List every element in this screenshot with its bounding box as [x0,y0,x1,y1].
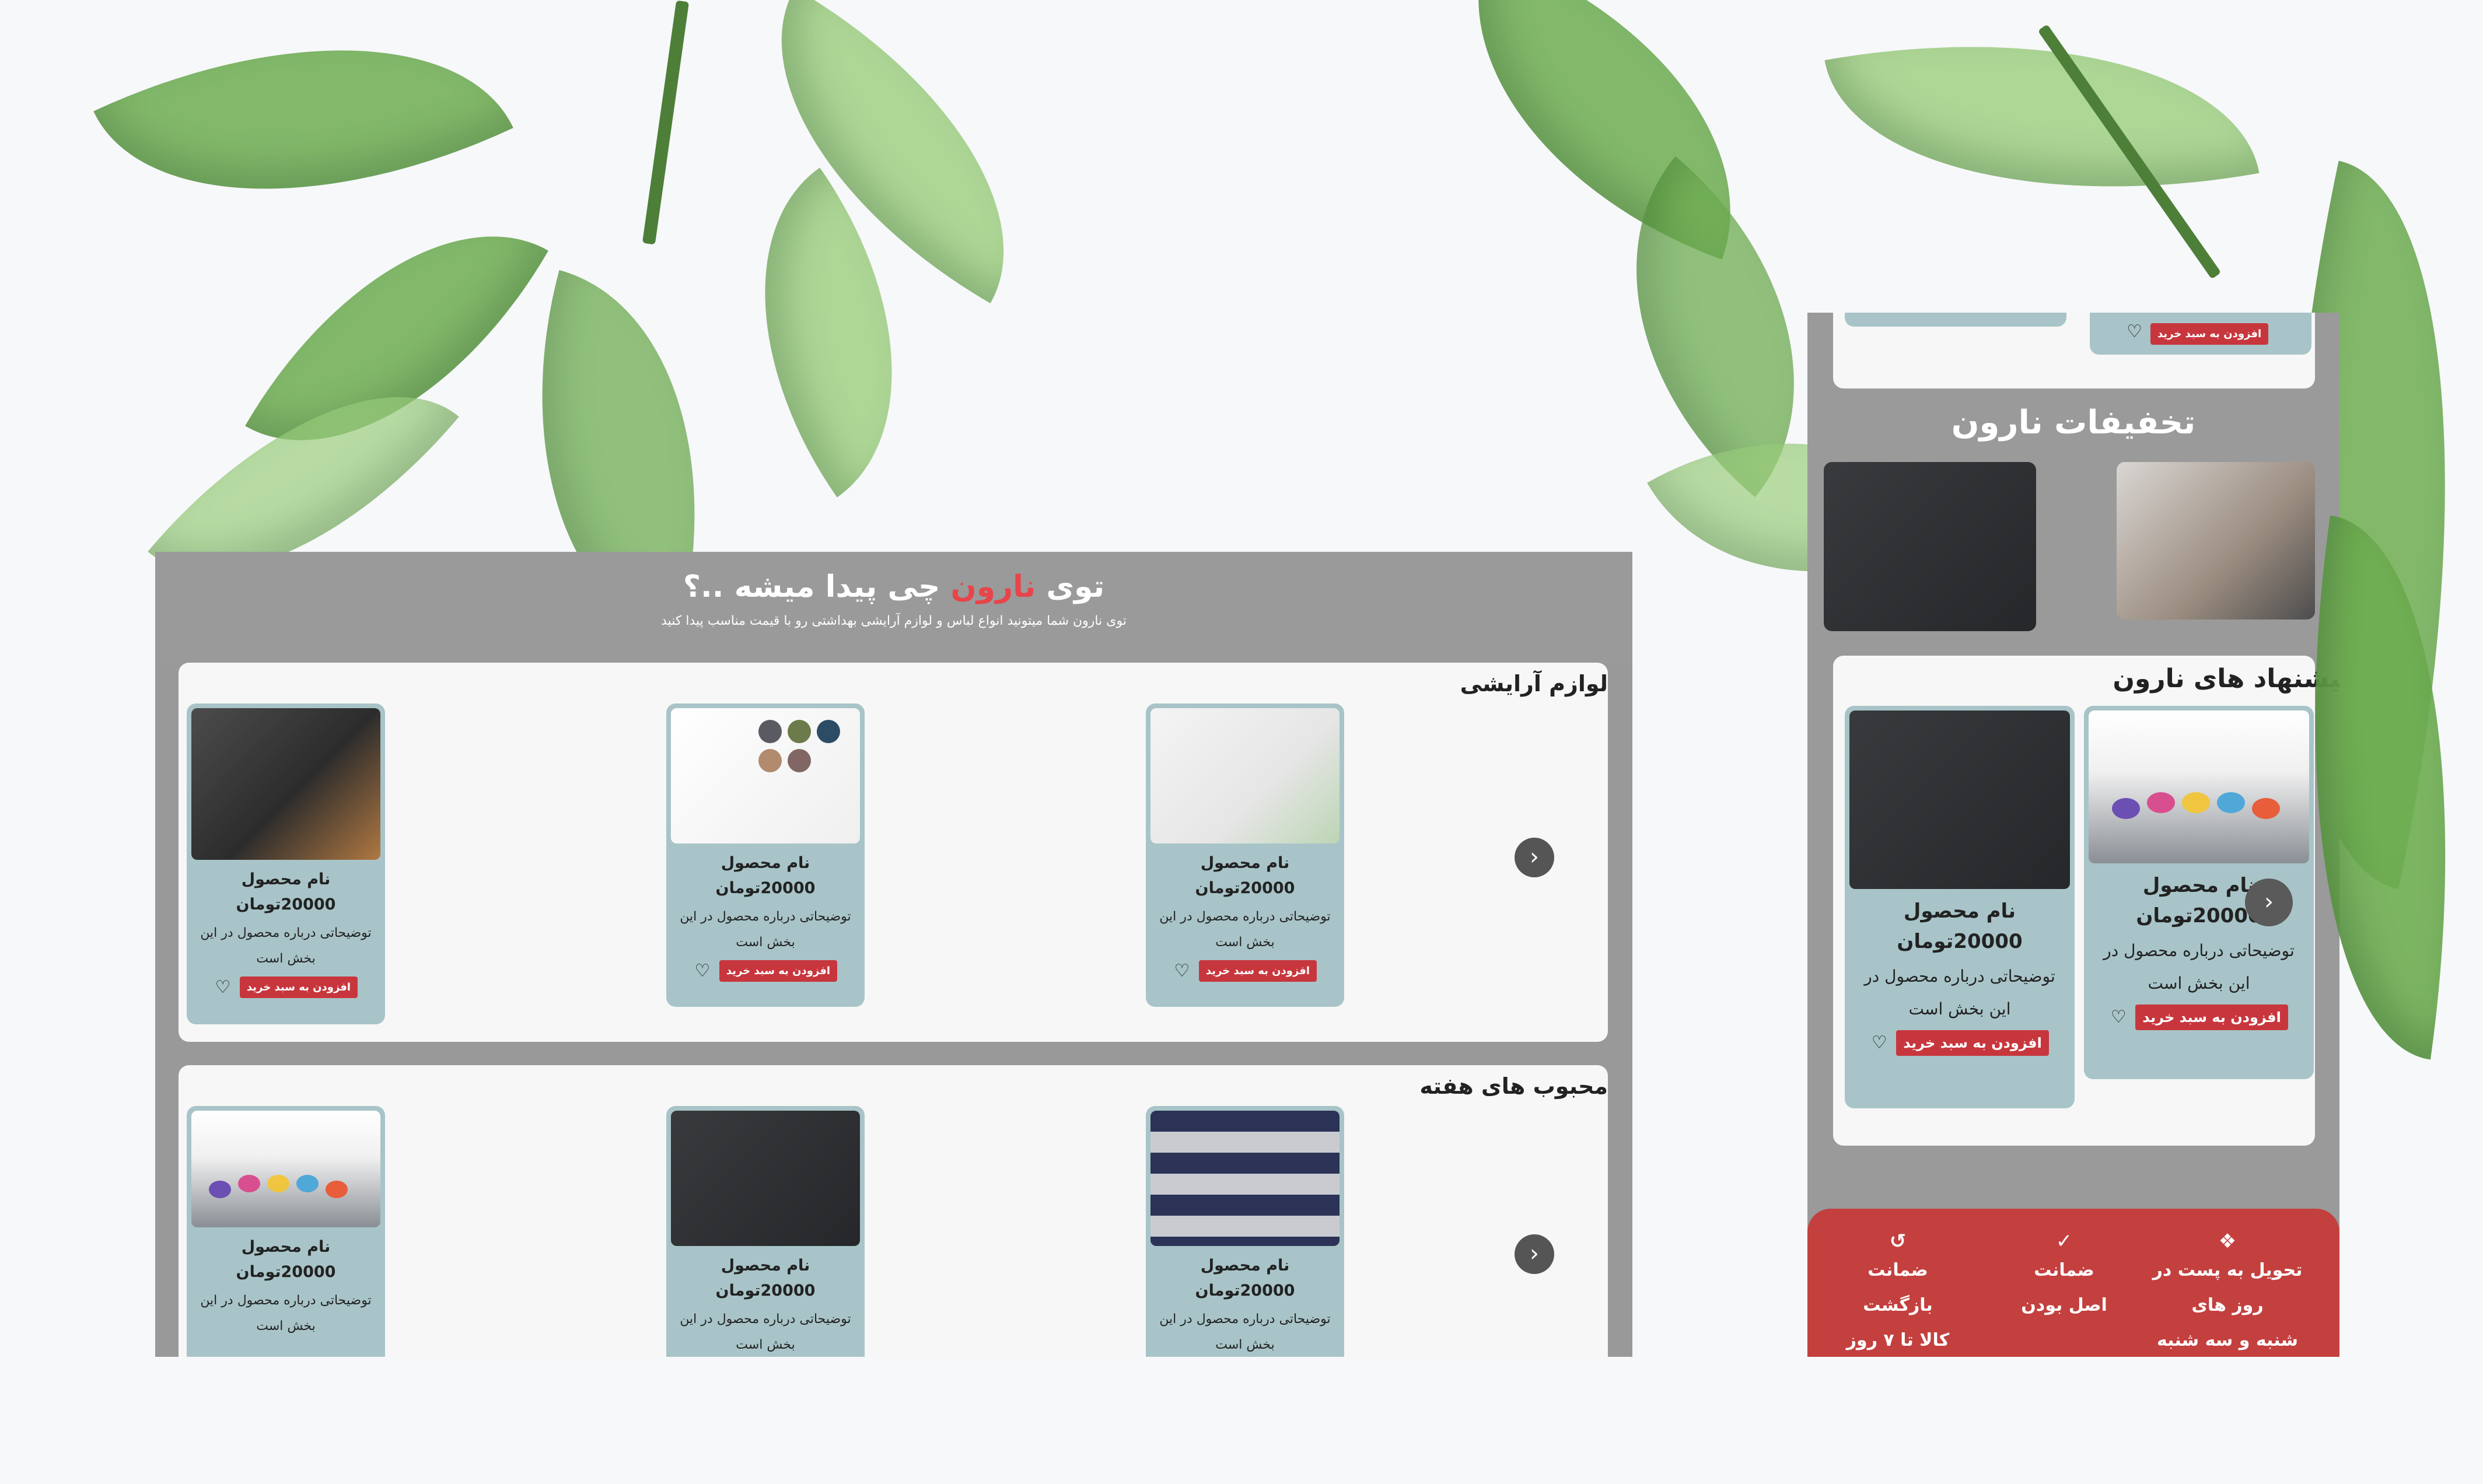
add-to-cart-button[interactable]: افزودن به سبد خرید [1198,960,1317,982]
product-card[interactable]: نام محصول 20000تومان توضیحاتی درباره محص… [1845,706,2075,1108]
product-name: نام محصول [721,1256,810,1275]
product-description: توضیحاتی درباره محصول در این بخش است [680,1312,851,1352]
discounts-title: تخفیفات نارون [1951,404,2196,442]
feature-line2: کالا تا ۷ روز [1846,1330,1950,1350]
product-price: 20000تومان [1195,1282,1295,1300]
feature-line1: تحویل به پست در روز های [2152,1260,2303,1315]
product-card[interactable]: نام محصول 20000تومان توضیحاتی درباره محص… [666,704,865,1007]
product-description: توضیحاتی درباره محصول در این بخش است [1864,967,2055,1019]
product-image [671,708,860,844]
discount-banner-cosmetics[interactable] [2117,462,2315,620]
hero-banner: توی نارون چی پیدا میشه ..؟ توی نارون شما… [155,552,1632,663]
hero-title: توی نارون چی پیدا میشه ..؟ [155,552,1632,604]
product-image [191,1111,380,1227]
carousel-next-button[interactable]: › [1515,838,1554,877]
heart-icon[interactable]: ♡ [2110,1009,2127,1026]
product-card[interactable]: نام محصول 20000تومان توضیحاتی درباره محص… [1146,704,1344,1007]
product-description: توضیحاتی درباره محصول در این بخش است [200,1293,372,1334]
section-title: لوازم آرایشی [1460,671,1608,696]
product-name: نام محصول [241,870,331,888]
product-card[interactable]: نام محصول 20000تومان توضیحاتی درباره محص… [187,1106,385,1357]
feature-delivery: ❖ تحویل به پست در روز های شنبه و سه شنبه [2134,1230,2321,1357]
feature-authentic: ✓ ضمانت اصل بودن [2000,1230,2128,1323]
product-card[interactable]: نام محصول 20000تومان توضیحاتی درباره محص… [187,704,385,1024]
feature-line2: شنبه و سه شنبه [2156,1330,2299,1350]
product-description: توضیحاتی درباره محصول در این بخش است [1159,1312,1331,1352]
heart-icon[interactable]: ♡ [2125,323,2142,341]
product-price: 20000تومان [715,1282,816,1300]
product-card[interactable]: افزودن به سبد خرید ♡ [2090,313,2311,355]
hero-title-post: چی پیدا میشه ..؟ [683,569,951,604]
product-card[interactable]: نام محصول 20000تومان توضیحاتی درباره محص… [666,1106,865,1357]
product-description: توضیحاتی درباره محصول در این بخش است [2103,941,2295,993]
add-to-cart-button[interactable]: افزودن به سبد خرید [2150,323,2269,345]
product-card[interactable]: نام محصول 20000تومان توضیحاتی درباره محص… [1146,1106,1344,1357]
gift-icon: ❖ [2218,1230,2237,1253]
hero-subtitle: توی نارون شما میتونید انواع لباس و لوازم… [661,614,1127,628]
previous-products-panel: افزودن به سبد خرید ♡ [1833,313,2315,388]
product-price: 20000تومان [236,1263,336,1281]
product-name: نام محصول [241,1238,331,1256]
product-card[interactable] [1845,313,2066,327]
product-price: 20000تومان [1195,879,1295,897]
return-icon: ↺ [1889,1230,1907,1253]
suggestions-title: پیشنهاد های نارون [2113,664,2339,694]
carousel-next-button[interactable]: › [1515,1234,1554,1274]
section-weekly-favorites: محبوب های هفته › نام محصول 20000تومان تو… [179,1065,1608,1357]
feature-line1: ضمانت بازگشت [1863,1260,1933,1315]
features-footer: ❖ تحویل به پست در روز های شنبه و سه شنبه… [1807,1209,2339,1357]
product-price: 20000تومان [1897,930,2023,953]
product-name: نام محصول [1200,1256,1290,1275]
product-name: نام محصول [1903,900,2016,923]
feature-line1: ضمانت [2034,1260,2094,1280]
discount-banner-shoes[interactable] [1824,462,2036,631]
mobile-mockup: افزودن به سبد خرید ♡ تخفیفات نارون پیشنها… [1807,313,2339,1357]
product-price: 20000تومان [236,895,336,914]
section-title: محبوب های هفته [1419,1073,1608,1099]
add-to-cart-button[interactable]: افزودن به سبد خرید [719,960,838,982]
product-description: توضیحاتی درباره محصول در این بخش است [680,909,851,950]
heart-icon[interactable]: ♡ [1173,962,1191,980]
heart-icon[interactable]: ♡ [694,962,711,980]
desktop-mockup: توی نارون چی پیدا میشه ..؟ توی نارون شما… [155,552,1632,1357]
check-icon: ✓ [2055,1230,2073,1253]
add-to-cart-button[interactable]: افزودن به سبد خرید [1896,1030,2049,1056]
add-to-cart-button[interactable]: افزودن به سبد خرید [2135,1005,2288,1030]
feature-line2: اصل بودن [2021,1295,2107,1315]
product-description: توضیحاتی درباره محصول در این بخش است [200,926,372,966]
heart-icon[interactable]: ♡ [1870,1034,1888,1052]
hero-title-pre: توی [1036,569,1105,604]
product-image [1150,708,1340,844]
heart-icon[interactable]: ♡ [214,978,232,996]
product-image [191,708,380,860]
product-image [1849,710,2070,889]
feature-return: ↺ ضمانت بازگشت کالا تا ۷ روز [1831,1230,1965,1357]
section-cosmetics: لوازم آرایشی › نام محصول 20000تومان توضی… [179,663,1608,1042]
product-description: توضیحاتی درباره محصول در این بخش است [1159,909,1331,950]
product-image [2089,710,2309,863]
product-name: نام محصول [721,854,810,872]
product-image [671,1111,860,1246]
product-name: نام محصول [1200,854,1290,872]
hero-title-brand: نارون [950,569,1036,604]
add-to-cart-button[interactable]: افزودن به سبد خرید [239,977,358,998]
carousel-next-button[interactable]: › [2245,878,2293,926]
suggestions-panel: پیشنهاد های نارون نام محصول 20000تومان ت… [1833,656,2339,1146]
product-image [1150,1111,1340,1246]
product-price: 20000تومان [715,879,816,897]
